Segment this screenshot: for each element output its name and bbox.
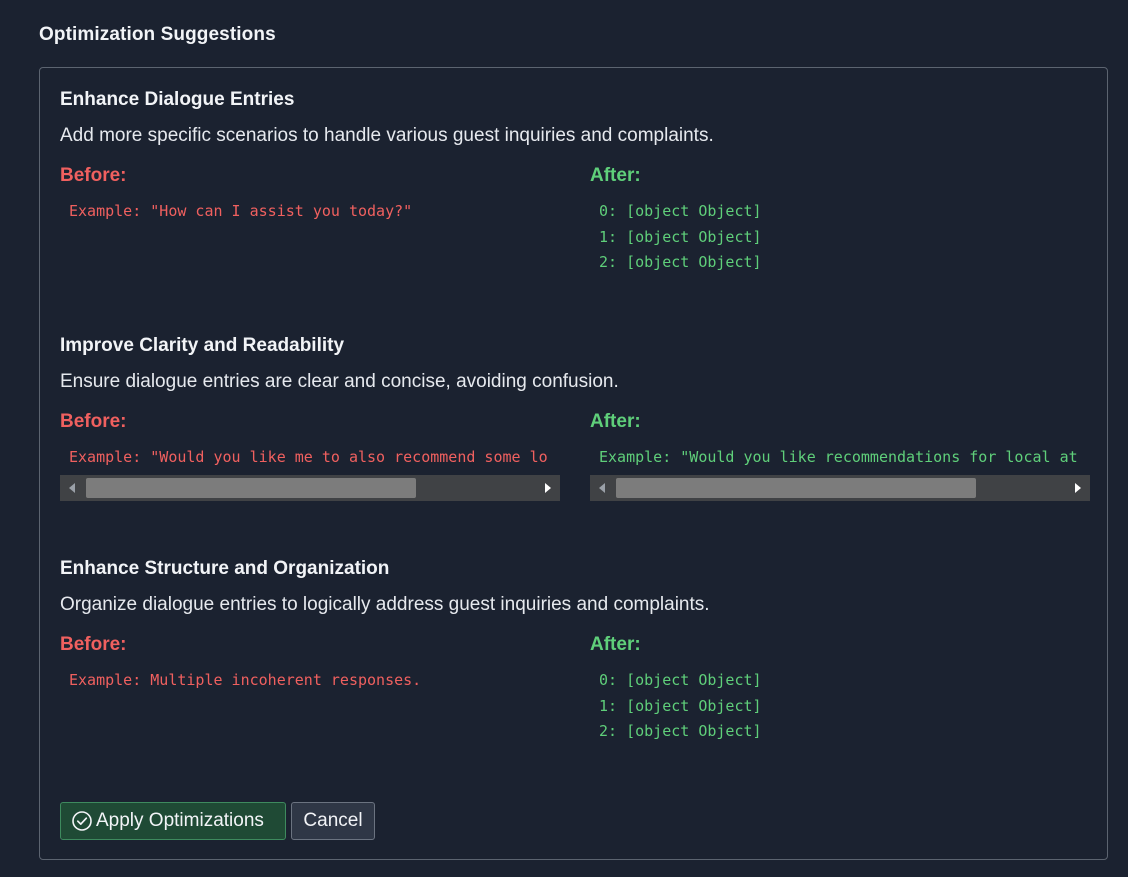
after-label: After: [590, 411, 641, 432]
after-code: Example: "Would you like recommendations… [590, 445, 1090, 471]
after-label: After: [590, 634, 641, 655]
scroll-left-icon[interactable] [60, 475, 84, 501]
section-title: Enhance Structure and Organization [60, 558, 390, 579]
before-code: Example: "How can I assist you today?" [60, 199, 560, 225]
section-description: Organize dialogue entries to logically a… [60, 594, 710, 615]
code-line: 2: [object Object] [599, 722, 762, 740]
code-line: 0: [object Object] [599, 202, 762, 220]
scroll-left-icon[interactable] [590, 475, 614, 501]
section-description: Ensure dialogue entries are clear and co… [60, 371, 619, 392]
code-line: 2: [object Object] [599, 253, 762, 271]
cancel-button[interactable]: Cancel [291, 802, 375, 840]
after-code: 0: [object Object] 1: [object Object] 2: [… [590, 199, 1090, 276]
scrollbar-thumb[interactable] [616, 477, 976, 498]
apply-optimizations-button[interactable]: Apply Optimizations [60, 802, 286, 840]
suggestion-section: Improve Clarity and Readability Ensure d… [60, 333, 1090, 549]
before-code: Example: Multiple incoherent responses. [60, 668, 560, 694]
before-label: Before: [60, 411, 127, 432]
before-after-columns: Before: Example: Multiple incoherent res… [60, 632, 1089, 772]
after-label: After: [590, 165, 641, 186]
scroll-right-icon[interactable] [1066, 475, 1090, 501]
page-title: Optimization Suggestions [39, 24, 276, 45]
code-line: Example: "Would you like me to also reco… [69, 448, 548, 466]
section-title: Enhance Dialogue Entries [60, 89, 295, 110]
optimization-panel: Enhance Dialogue Entries Add more specif… [39, 67, 1108, 860]
before-after-columns: Before: Example: "Would you like me to a… [60, 409, 1090, 549]
after-code: 0: [object Object] 1: [object Object] 2: [… [590, 668, 1090, 745]
apply-button-label: Apply Optimizations [96, 810, 264, 831]
before-code: Example: "Would you like me to also reco… [60, 445, 560, 471]
suggestion-section: Enhance Structure and Organization Organ… [60, 556, 1089, 772]
before-after-columns: Before: Example: "How can I assist you t… [60, 163, 1089, 303]
check-circle-icon [72, 811, 92, 831]
scrollbar-thumb[interactable] [86, 477, 416, 498]
code-line: Example: "Would you like recommendations… [599, 448, 1078, 466]
before-label: Before: [60, 165, 127, 186]
code-line: Example: "How can I assist you today?" [69, 202, 413, 220]
suggestion-section: Enhance Dialogue Entries Add more specif… [60, 87, 1089, 303]
code-line: 0: [object Object] [599, 671, 762, 689]
after-column: After: 0: [object Object] 1: [object Obje… [590, 163, 1090, 276]
code-line: Example: Multiple incoherent responses. [69, 671, 422, 689]
before-column: Before: Example: Multiple incoherent res… [60, 632, 560, 694]
scroll-right-icon[interactable] [536, 475, 560, 501]
after-column: After: Example: "Would you like recommen… [590, 409, 1090, 501]
horizontal-scrollbar[interactable] [590, 474, 1090, 501]
code-line: 1: [object Object] [599, 227, 762, 246]
after-column: After: 0: [object Object] 1: [object Obje… [590, 632, 1090, 745]
before-column: Before: Example: "How can I assist you t… [60, 163, 560, 225]
section-description: Add more specific scenarios to handle va… [60, 125, 714, 146]
before-column: Before: Example: "Would you like me to a… [60, 409, 560, 501]
before-label: Before: [60, 634, 127, 655]
horizontal-scrollbar[interactable] [60, 474, 560, 501]
code-line: 1: [object Object] [599, 696, 762, 715]
cancel-button-label: Cancel [303, 810, 363, 831]
section-title: Improve Clarity and Readability [60, 335, 345, 356]
